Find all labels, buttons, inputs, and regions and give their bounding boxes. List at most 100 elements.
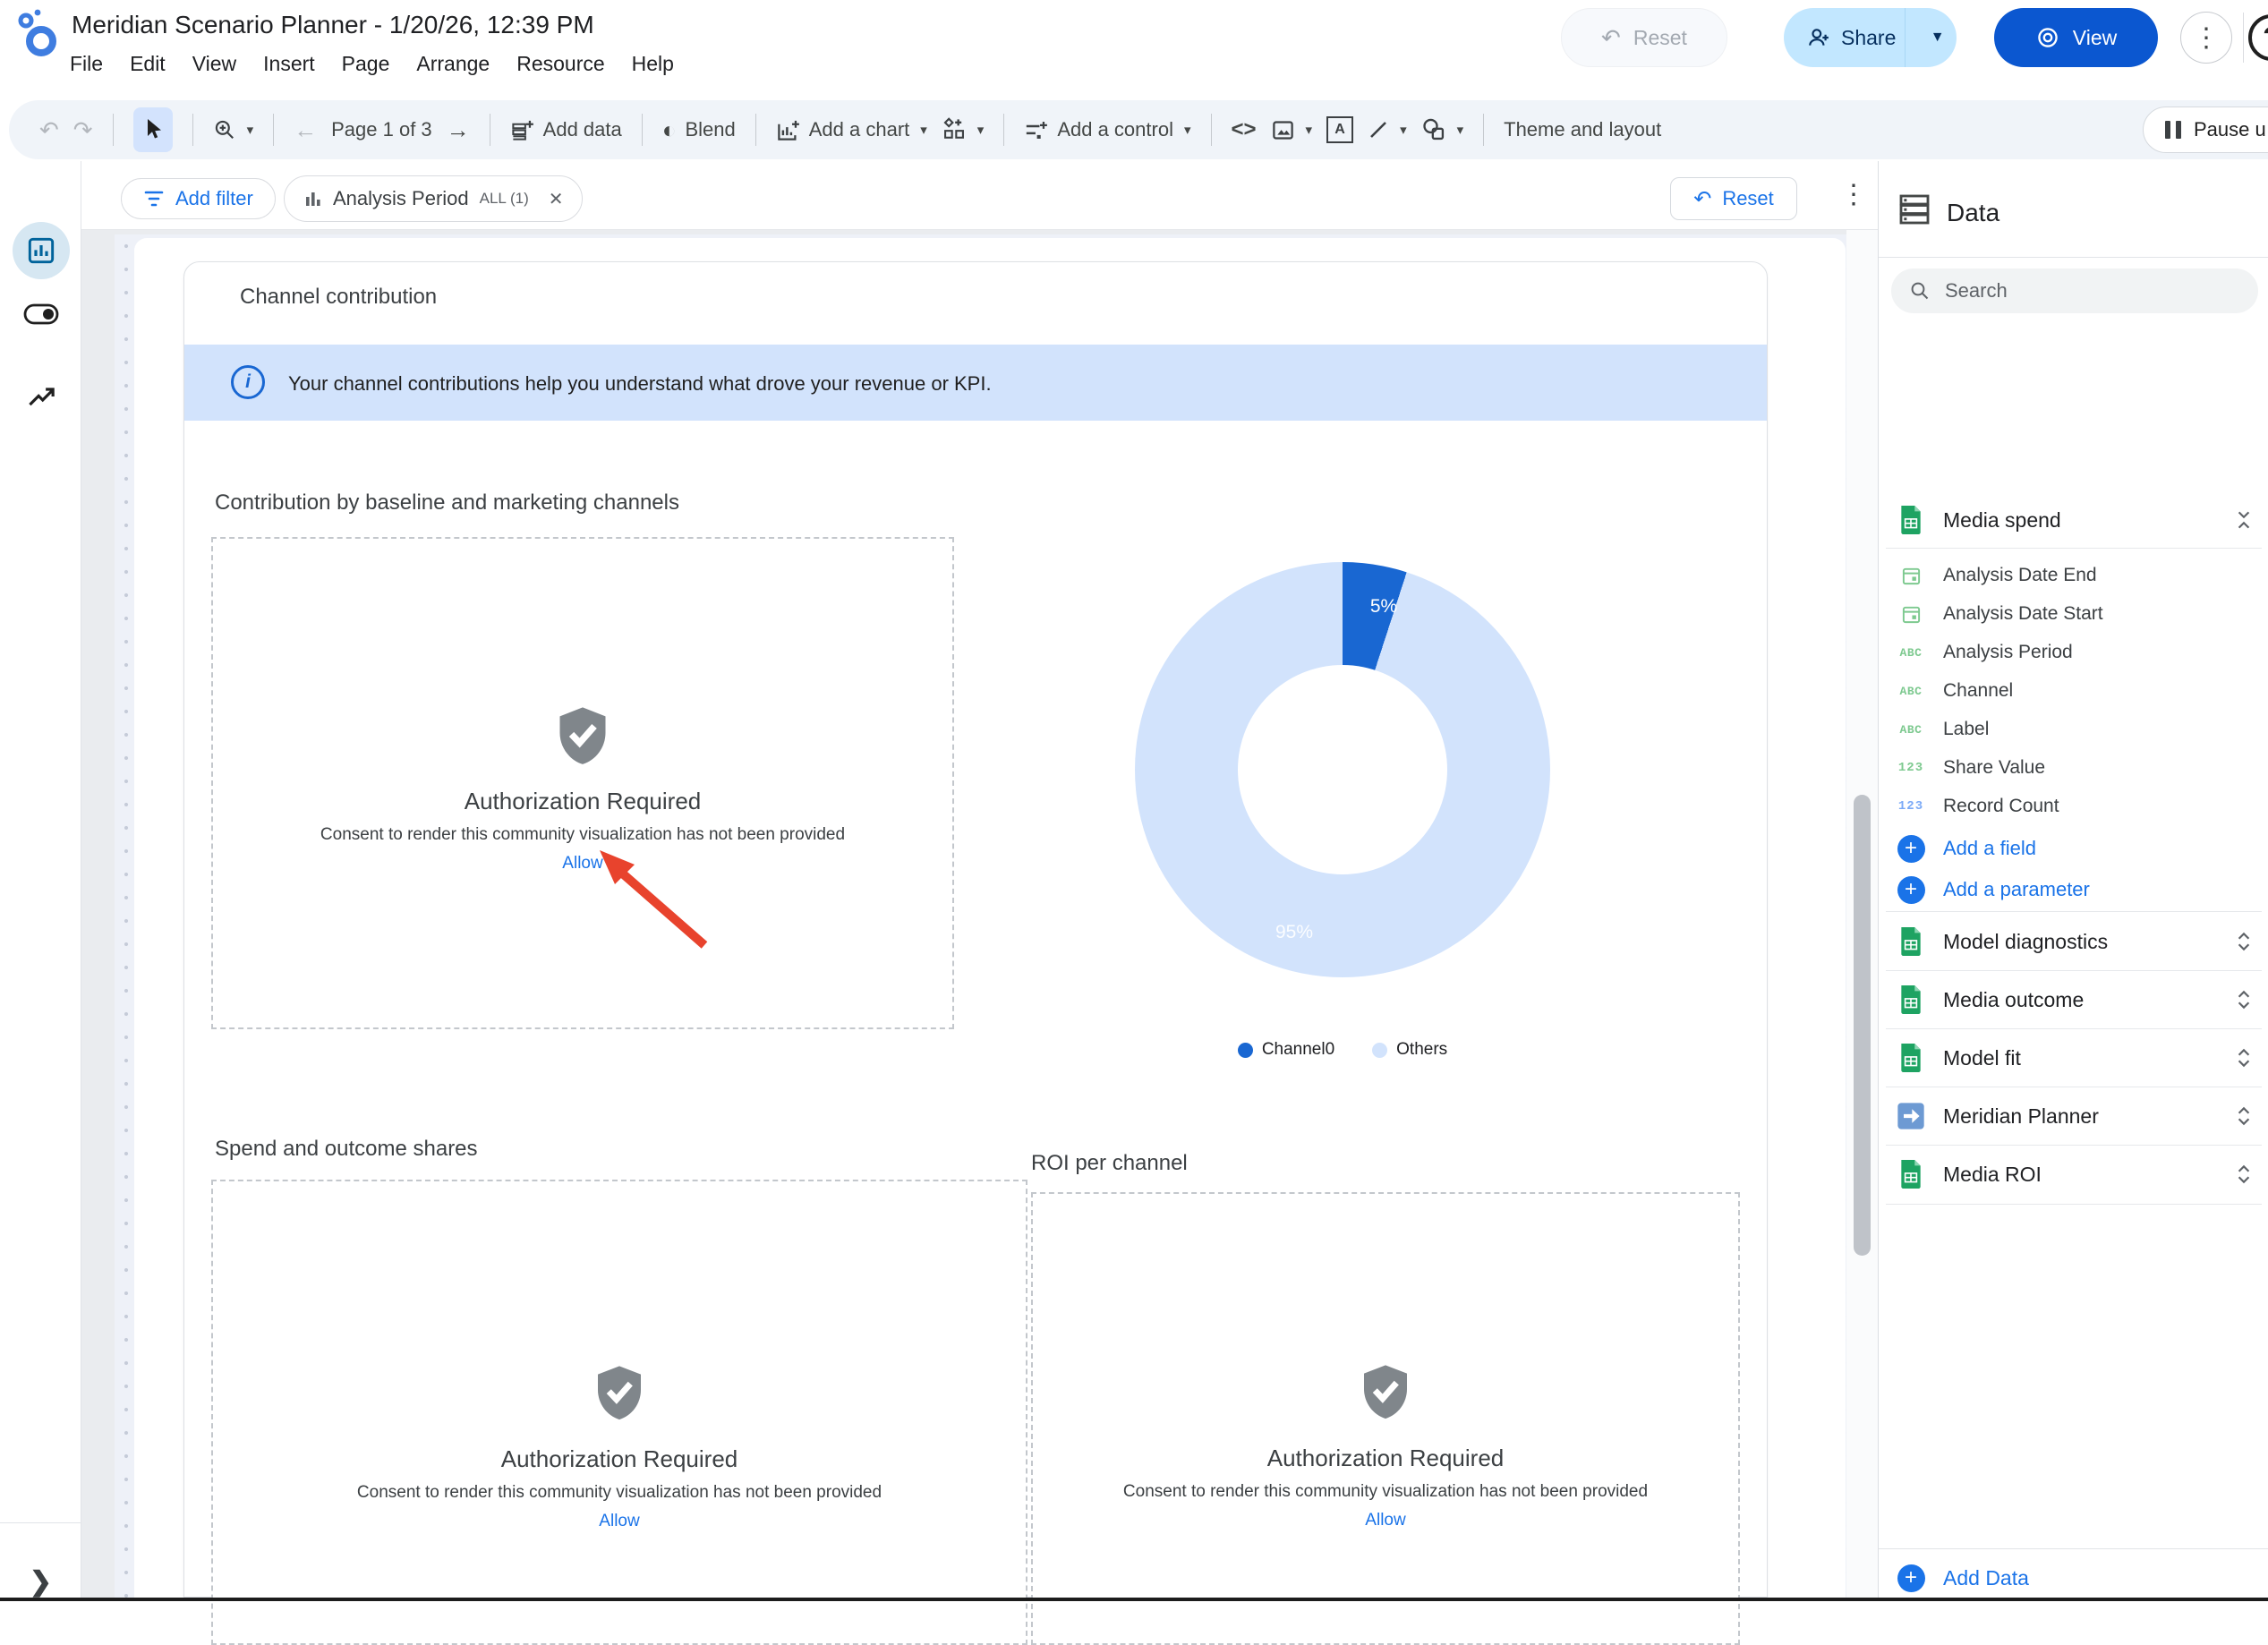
embed-code-button[interactable]: <> xyxy=(1232,117,1257,142)
field-share-value[interactable]: 123 Share Value xyxy=(1879,749,2268,787)
trending-up-icon xyxy=(27,383,55,410)
source-model-fit[interactable]: Model fit xyxy=(1879,1029,2268,1087)
legend-item-channel0[interactable]: Channel0 xyxy=(1238,1040,1334,1060)
add-control-button[interactable]: Add a control ▾ xyxy=(1024,118,1190,142)
allow-link[interactable]: Allow xyxy=(1033,1511,1738,1530)
report-chart-icon xyxy=(27,236,55,265)
add-parameter-button[interactable]: + Add a parameter xyxy=(1879,870,2268,909)
field-analysis-date-end[interactable]: Analysis Date End xyxy=(1879,557,2268,594)
blend-button[interactable]: ◐ Blend xyxy=(662,118,736,141)
add-icon: + xyxy=(1879,835,1943,863)
add-field-button[interactable]: + Add a field xyxy=(1879,829,2268,868)
chevron-right-icon: ❯ xyxy=(30,1567,52,1597)
caret-down-icon: ▾ xyxy=(1306,122,1313,138)
collapse-icon[interactable] xyxy=(2235,508,2253,532)
contribution-chart-placeholder[interactable]: Authorization Required Consent to render… xyxy=(211,537,954,1029)
insert-shape-button[interactable]: ▾ xyxy=(1421,117,1464,142)
header-more-options-button[interactable]: ⋮ xyxy=(2180,12,2232,64)
field-analysis-period[interactable]: ABC Analysis Period xyxy=(1879,634,2268,671)
canvas-scrollbar-thumb[interactable] xyxy=(1854,795,1871,1256)
expand-icon[interactable] xyxy=(2235,988,2253,1011)
zoom-tool-button[interactable]: ▾ xyxy=(213,118,254,141)
menu-resource[interactable]: Resource xyxy=(516,52,604,76)
search-input[interactable] xyxy=(1945,279,2213,303)
donut-chart[interactable]: 5% 95% xyxy=(1135,562,1550,977)
select-tool-button[interactable] xyxy=(133,107,173,152)
menu-help[interactable]: Help xyxy=(632,52,674,76)
add-icon: + xyxy=(1879,876,1943,904)
expand-icon[interactable] xyxy=(2235,1104,2253,1128)
add-data-icon xyxy=(510,118,534,142)
allow-link[interactable]: Allow xyxy=(213,854,952,874)
source-media-outcome[interactable]: Media outcome xyxy=(1879,971,2268,1028)
menu-arrange[interactable]: Arrange xyxy=(416,52,490,76)
rail-insights-tab[interactable] xyxy=(0,383,81,410)
source-media-roi[interactable]: Media ROI xyxy=(1879,1146,2268,1203)
menu-insert[interactable]: Insert xyxy=(263,52,315,76)
rail-controls-tab[interactable] xyxy=(0,303,81,326)
rail-report-tab[interactable] xyxy=(13,222,70,279)
blend-icon: ◐ xyxy=(662,118,677,141)
insert-line-button[interactable]: ▾ xyxy=(1368,119,1407,141)
field-search[interactable] xyxy=(1891,268,2258,313)
share-button[interactable]: Share ▼ xyxy=(1784,8,1957,67)
calendar-icon xyxy=(1879,604,1943,625)
extract-data-icon xyxy=(1879,1102,1943,1130)
auth-required-title: Authorization Required xyxy=(213,1445,1026,1473)
expand-rail-button[interactable]: ❯ xyxy=(0,1566,81,1598)
theme-layout-button[interactable]: Theme and layout xyxy=(1504,118,1661,141)
field-channel[interactable]: ABC Channel xyxy=(1879,672,2268,710)
expand-icon[interactable] xyxy=(2235,1046,2253,1070)
card-title: Channel contribution xyxy=(240,285,437,310)
toggle-icon xyxy=(23,303,59,326)
share-dropdown-caret[interactable]: ▼ xyxy=(1918,30,1957,46)
filter-reset-button[interactable]: ↶ Reset xyxy=(1670,177,1797,220)
calendar-icon xyxy=(1879,566,1943,586)
edit-toolbar: ↶ ↷ ▾ ← Page 1 of 3 → Add data ◐ Blend xyxy=(9,100,2268,159)
add-data-button[interactable]: Add data xyxy=(510,118,622,142)
source-media-spend[interactable]: Media spend xyxy=(1879,496,2268,544)
expand-icon[interactable] xyxy=(2235,1163,2253,1186)
legend-item-others[interactable]: Others xyxy=(1372,1040,1447,1060)
field-label[interactable]: ABC Label xyxy=(1879,711,2268,748)
shield-icon xyxy=(213,704,952,769)
legend-dot xyxy=(1238,1043,1253,1058)
menu-edit[interactable]: Edit xyxy=(130,52,166,76)
next-page-button[interactable]: → xyxy=(447,118,470,141)
menu-page[interactable]: Page xyxy=(342,52,390,76)
add-filter-button[interactable]: Add filter xyxy=(121,178,276,219)
field-record-count[interactable]: 123 Record Count xyxy=(1879,788,2268,825)
kebab-icon: ⋮ xyxy=(1840,180,1867,209)
help-button[interactable]: ? xyxy=(2248,14,2268,61)
roi-chart-placeholder[interactable]: Authorization Required Consent to render… xyxy=(1031,1192,1740,1645)
caret-down-icon: ▾ xyxy=(247,122,254,138)
view-button[interactable]: View xyxy=(1994,8,2158,67)
allow-link[interactable]: Allow xyxy=(213,1512,1026,1531)
menu-view[interactable]: View xyxy=(192,52,236,76)
page-indicator[interactable]: Page 1 of 3 xyxy=(331,118,432,141)
pause-updates-button[interactable]: Pause u xyxy=(2143,107,2268,153)
menu-bar: File Edit View Insert Page Arrange Resou… xyxy=(70,52,674,76)
expand-icon[interactable] xyxy=(2235,930,2253,953)
community-visualizations-button[interactable]: ▾ xyxy=(942,117,985,142)
prev-page-button[interactable]: ← xyxy=(294,118,317,141)
undo-button[interactable]: ↶ xyxy=(39,118,59,141)
data-panel: Data Media spend Analys xyxy=(1878,161,2268,1598)
source-meridian-planner[interactable]: Meridian Planner xyxy=(1879,1087,2268,1145)
add-chart-icon xyxy=(776,118,800,142)
filter-chip-label: Analysis Period xyxy=(333,187,469,210)
add-chart-button[interactable]: Add a chart ▾ xyxy=(776,118,927,142)
filter-bar-more-button[interactable]: ⋮ xyxy=(1833,172,1874,217)
insert-image-button[interactable]: ▾ xyxy=(1271,118,1313,142)
close-icon[interactable]: ✕ xyxy=(549,188,564,210)
rail-divider xyxy=(0,1522,81,1523)
redo-button[interactable]: ↷ xyxy=(73,118,93,141)
report-title[interactable]: Meridian Scenario Planner - 1/20/26, 12:… xyxy=(72,11,594,39)
add-data-bottom-button[interactable]: + Add Data xyxy=(1879,1556,2268,1600)
insert-text-button[interactable]: A xyxy=(1326,116,1353,143)
spend-outcome-chart-placeholder[interactable]: Authorization Required Consent to render… xyxy=(211,1180,1027,1645)
source-model-diagnostics[interactable]: Model diagnostics xyxy=(1879,913,2268,970)
analysis-period-filter-chip[interactable]: Analysis Period ALL (1) ✕ xyxy=(284,175,583,222)
field-analysis-date-start[interactable]: Analysis Date Start xyxy=(1879,595,2268,633)
menu-file[interactable]: File xyxy=(70,52,103,76)
